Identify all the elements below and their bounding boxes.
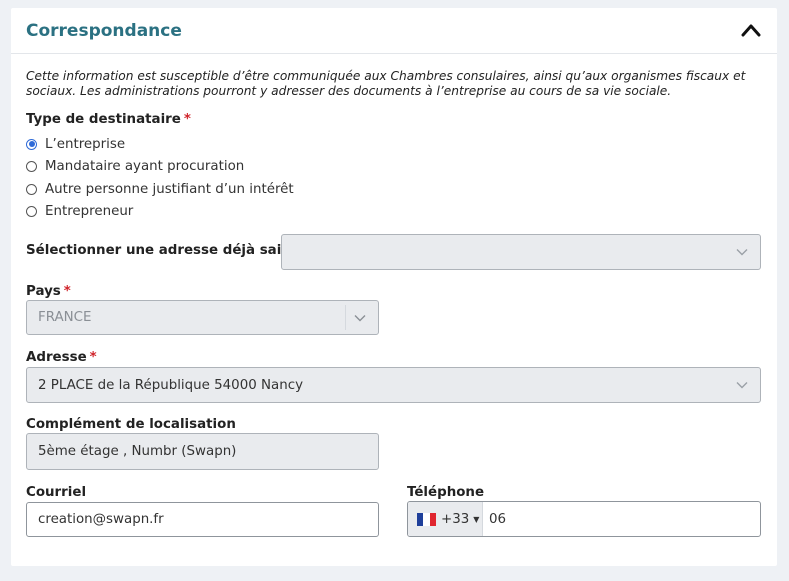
required-mark: *: [89, 350, 97, 365]
radio-option-label: L’entreprise: [45, 136, 126, 152]
address-value: 2 PLACE de la République 54000 Nancy: [38, 377, 303, 393]
radio-option-label: Entrepreneur: [45, 203, 134, 219]
email-label: Courriel: [26, 485, 87, 500]
info-text: Cette information est susceptible d’être…: [26, 69, 746, 98]
saved-address-select[interactable]: [281, 234, 761, 270]
phone-value: 06: [489, 511, 507, 527]
email-value: creation@swapn.fr: [38, 512, 164, 527]
address-label-text: Adresse: [26, 350, 87, 365]
france-flag-icon: [417, 512, 436, 526]
country-code-selector[interactable]: +33 ▼: [408, 502, 483, 536]
country-value: FRANCE: [38, 310, 92, 325]
email-input[interactable]: creation@swapn.fr: [26, 502, 379, 537]
phone-label: Téléphone: [407, 485, 485, 500]
location-complement-input[interactable]: 5ème étage , Numbr (Swapn): [26, 433, 379, 470]
caret-down-icon: ▼: [473, 514, 480, 524]
address-label: Adresse *: [26, 350, 97, 365]
radio-button[interactable]: [26, 205, 37, 217]
chevron-down-icon: [354, 314, 366, 321]
location-complement-label: Complément de localisation: [26, 417, 236, 432]
radio-option-label: Autre personne justifiant d’un intérêt: [45, 181, 294, 197]
address-select[interactable]: 2 PLACE de la République 54000 Nancy: [26, 367, 761, 403]
select-separator: [345, 305, 346, 330]
radio-option-autre-personne[interactable]: Autre personne justifiant d’un intérêt: [26, 180, 294, 198]
saved-address-label: Sélectionner une adresse déjà saisie :: [26, 243, 313, 258]
recipient-type-label-text: Type de destinataire: [26, 112, 181, 127]
country-label-text: Pays: [26, 284, 61, 299]
radio-button-checked[interactable]: [26, 138, 37, 150]
country-code: +33: [441, 511, 470, 527]
radio-option-label: Mandataire ayant procuration: [45, 158, 245, 174]
radio-button[interactable]: [26, 183, 37, 195]
phone-input[interactable]: +33 ▼ 06: [407, 501, 761, 537]
required-mark: *: [63, 284, 71, 299]
location-complement-value: 5ème étage , Numbr (Swapn): [38, 444, 237, 459]
radio-button[interactable]: [26, 160, 37, 172]
chevron-down-icon: [736, 249, 748, 256]
country-label: Pays *: [26, 284, 71, 299]
radio-option-entreprise[interactable]: L’entreprise: [26, 135, 125, 153]
section-header[interactable]: Correspondance: [11, 8, 777, 54]
country-select[interactable]: FRANCE: [26, 300, 379, 335]
radio-option-mandataire[interactable]: Mandataire ayant procuration: [26, 157, 244, 175]
chevron-down-icon: [736, 382, 748, 389]
required-mark: *: [183, 112, 191, 127]
chevron-up-icon[interactable]: [741, 23, 761, 37]
correspondence-card: Correspondance Cette information est sus…: [11, 8, 777, 566]
radio-option-entrepreneur[interactable]: Entrepreneur: [26, 202, 133, 220]
recipient-type-label: Type de destinataire *: [26, 112, 191, 127]
section-title: Correspondance: [26, 21, 182, 41]
